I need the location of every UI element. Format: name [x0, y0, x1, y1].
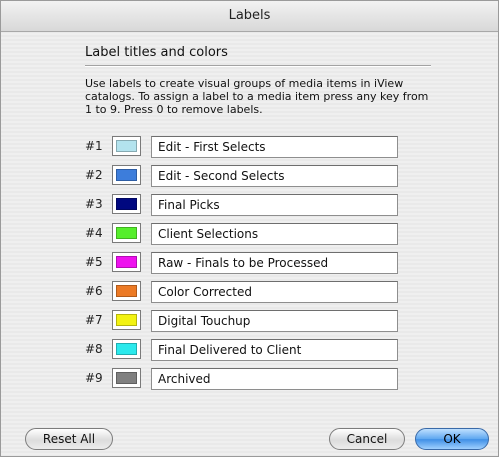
- section-title: Label titles and colors: [85, 45, 228, 60]
- color-swatch-8[interactable]: [112, 339, 141, 359]
- color-swatch-7[interactable]: [112, 310, 141, 330]
- color-swatch-3[interactable]: [112, 194, 141, 214]
- label-title-field-4[interactable]: Client Selections: [151, 223, 398, 245]
- cancel-button[interactable]: Cancel: [329, 428, 405, 450]
- swatch-fill: [116, 314, 137, 326]
- swatch-fill: [116, 372, 137, 384]
- label-title-field-6[interactable]: Color Corrected: [151, 281, 398, 303]
- swatch-fill: [116, 140, 137, 152]
- label-number: #5: [85, 255, 103, 269]
- label-title-field-2[interactable]: Edit - Second Selects: [151, 165, 398, 187]
- swatch-fill: [116, 285, 137, 297]
- color-swatch-9[interactable]: [112, 368, 141, 388]
- label-number: #8: [85, 342, 103, 356]
- label-number: #3: [85, 197, 103, 211]
- reset-all-button[interactable]: Reset All: [25, 428, 113, 450]
- color-swatch-2[interactable]: [112, 165, 141, 185]
- swatch-fill: [116, 343, 137, 355]
- color-swatch-5[interactable]: [112, 252, 141, 272]
- label-number: #6: [85, 284, 103, 298]
- labels-dialog: Labels Label titles and colors Use label…: [0, 0, 499, 457]
- label-number: #7: [85, 313, 103, 327]
- label-title-field-5[interactable]: Raw - Finals to be Processed: [151, 252, 398, 274]
- label-number: #2: [85, 168, 103, 182]
- swatch-fill: [116, 227, 137, 239]
- label-title-field-8[interactable]: Final Delivered to Client: [151, 339, 398, 361]
- section-description: Use labels to create visual groups of me…: [85, 77, 429, 116]
- label-title-field-9[interactable]: Archived: [151, 368, 398, 390]
- swatch-fill: [116, 256, 137, 268]
- section-divider: [85, 65, 431, 67]
- swatch-fill: [116, 198, 137, 210]
- color-swatch-6[interactable]: [112, 281, 141, 301]
- ok-button[interactable]: OK: [415, 428, 489, 450]
- label-title-field-1[interactable]: Edit - First Selects: [151, 136, 398, 158]
- label-title-field-7[interactable]: Digital Touchup: [151, 310, 398, 332]
- label-number: #9: [85, 371, 103, 385]
- swatch-fill: [116, 169, 137, 181]
- window-title: Labels: [1, 1, 498, 32]
- label-number: #4: [85, 226, 103, 240]
- label-title-field-3[interactable]: Final Picks: [151, 194, 398, 216]
- color-swatch-1[interactable]: [112, 136, 141, 156]
- label-number: #1: [85, 139, 103, 153]
- color-swatch-4[interactable]: [112, 223, 141, 243]
